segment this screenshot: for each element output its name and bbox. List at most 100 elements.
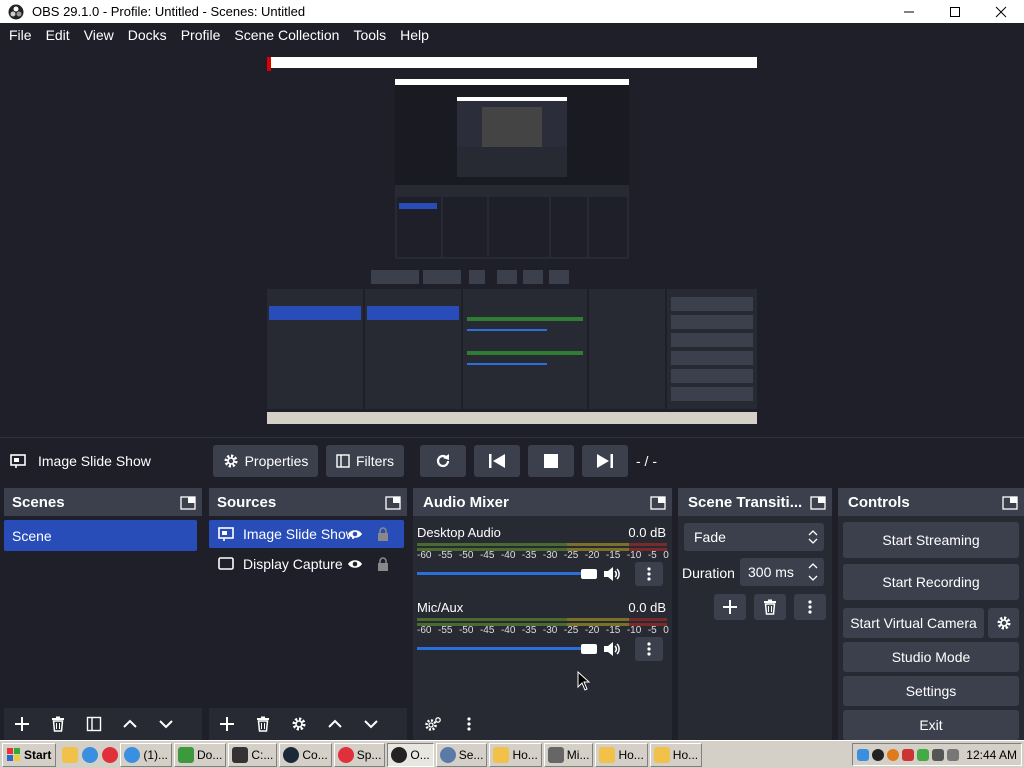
taskbar-item-download[interactable]: Do... (174, 742, 227, 767)
next-slide-button[interactable] (582, 445, 628, 477)
lock-icon[interactable] (377, 527, 389, 541)
undock-icon[interactable] (810, 494, 826, 510)
taskbar-item-folder[interactable]: Ho... (649, 742, 703, 767)
add-source-button[interactable] (209, 710, 245, 738)
audio-mixer-header: Audio Mixer (413, 488, 672, 516)
lock-icon[interactable] (377, 557, 389, 571)
restart-slideshow-button[interactable] (420, 445, 466, 477)
taskbar-item-window[interactable]: Mi... (543, 742, 594, 767)
taskbar-item-folder[interactable]: Ho... (489, 742, 542, 767)
menu-profile[interactable]: Profile (174, 27, 228, 43)
source-item-display-capture[interactable]: Display Capture (209, 550, 404, 578)
controls-header: Controls (838, 488, 1024, 516)
minimize-button[interactable] (886, 0, 932, 23)
move-source-up-button[interactable] (317, 710, 353, 738)
duration-value: 300 ms (748, 564, 794, 580)
add-transition-button[interactable] (714, 594, 746, 620)
settings-button[interactable]: Settings (843, 676, 1019, 706)
chrome-icon[interactable] (82, 746, 99, 763)
start-button[interactable]: Start (2, 742, 57, 767)
transition-menu-button[interactable] (794, 594, 826, 620)
slider-handle[interactable] (581, 644, 597, 654)
tray-icon-shield[interactable] (902, 748, 915, 761)
undock-icon[interactable] (650, 494, 666, 510)
transitions-title: Scene Transiti... (688, 493, 803, 511)
taskbar-item-chrome[interactable]: (1)... (120, 742, 173, 767)
source-properties-button[interactable] (281, 710, 317, 738)
properties-button[interactable]: Properties (213, 445, 318, 477)
taskbar-item-folder[interactable]: Ho... (595, 742, 648, 767)
menu-file[interactable]: File (2, 27, 39, 43)
slider-handle[interactable] (581, 569, 597, 579)
tray-icon-steam[interactable] (872, 748, 885, 761)
duration-spinbox[interactable]: 300 ms (740, 558, 824, 586)
remove-scene-button[interactable] (40, 710, 76, 738)
tray-icon-nvidia[interactable] (917, 748, 930, 761)
filters-button[interactable]: Filters (326, 445, 404, 477)
menu-help[interactable]: Help (393, 27, 436, 43)
undock-icon[interactable] (1002, 494, 1018, 510)
scene-filters-button[interactable] (76, 710, 112, 738)
previous-slide-button[interactable] (474, 445, 520, 477)
remove-transition-button[interactable] (754, 594, 786, 620)
menu-docks[interactable]: Docks (121, 27, 174, 43)
move-scene-down-button[interactable] (148, 710, 184, 738)
taskbar-item-settings[interactable]: Se... (435, 742, 488, 767)
remove-source-button[interactable] (245, 710, 281, 738)
tray-icon-sound[interactable] (932, 748, 945, 761)
start-recording-label: Start Recording (882, 574, 980, 590)
add-scene-button[interactable] (4, 710, 40, 738)
start-virtual-camera-button[interactable]: Start Virtual Camera (843, 608, 984, 638)
exit-label: Exit (919, 717, 943, 733)
channel-menu-button[interactable] (635, 562, 663, 586)
menu-edit[interactable]: Edit (39, 27, 77, 43)
audio-mixer-menu-button[interactable] (451, 710, 487, 738)
taskbar-item-steam[interactable]: Co... (279, 742, 332, 767)
studio-mode-button[interactable]: Studio Mode (843, 642, 1019, 672)
eye-icon[interactable] (347, 528, 363, 540)
volume-slider-mic-aux[interactable] (417, 643, 597, 655)
undock-icon[interactable] (385, 494, 401, 510)
source-item-image-slide-show[interactable]: Image Slide Show (209, 520, 404, 548)
stop-slideshow-button[interactable] (528, 445, 574, 477)
taskbar-item-obs[interactable]: O... (387, 742, 434, 767)
scene-item[interactable]: Scene (4, 520, 197, 551)
taskbar-item-command[interactable]: C:... (228, 742, 278, 767)
maximize-button[interactable] (932, 0, 978, 23)
context-source-name: Image Slide Show (38, 453, 151, 469)
menu-scene-collection[interactable]: Scene Collection (227, 27, 346, 43)
kebab-menu-icon (467, 717, 471, 731)
transition-select[interactable]: Fade (684, 523, 824, 551)
undock-icon[interactable] (180, 494, 196, 510)
folder-icon[interactable] (62, 746, 79, 763)
clock[interactable]: 12:44 AM (966, 748, 1017, 762)
taskbar-item-opera[interactable]: Sp... (333, 742, 386, 767)
eye-icon[interactable] (347, 558, 363, 570)
speaker-icon[interactable] (603, 641, 621, 657)
tray-icon-display[interactable] (947, 748, 960, 761)
tray-icon-network[interactable] (857, 748, 870, 761)
transitions-body: Fade Duration 300 ms (678, 516, 832, 708)
close-button[interactable] (978, 0, 1024, 23)
volume-slider-desktop-audio[interactable] (417, 568, 597, 580)
menu-tools[interactable]: Tools (346, 27, 393, 43)
advanced-audio-properties-button[interactable] (415, 710, 451, 738)
move-scene-up-button[interactable] (112, 710, 148, 738)
speaker-icon[interactable] (603, 566, 621, 582)
scale-tick: -60 (417, 625, 432, 636)
start-streaming-button[interactable]: Start Streaming (843, 522, 1019, 558)
start-recording-button[interactable]: Start Recording (843, 564, 1019, 600)
move-source-down-button[interactable] (353, 710, 389, 738)
plus-icon (723, 600, 737, 614)
virtual-camera-settings-button[interactable] (988, 608, 1019, 638)
channel-menu-button[interactable] (635, 637, 663, 661)
exit-button[interactable]: Exit (843, 710, 1019, 740)
scene-transitions-dock: Scene Transiti... Fade Duration 300 ms (678, 488, 832, 740)
spin-arrows-icon[interactable] (808, 560, 818, 584)
trash-icon (52, 716, 64, 732)
preview-canvas[interactable] (0, 47, 1024, 437)
opera-icon[interactable] (102, 746, 119, 763)
tray-icon-search[interactable] (887, 748, 900, 761)
settings-label: Settings (905, 683, 957, 699)
menu-view[interactable]: View (77, 27, 121, 43)
